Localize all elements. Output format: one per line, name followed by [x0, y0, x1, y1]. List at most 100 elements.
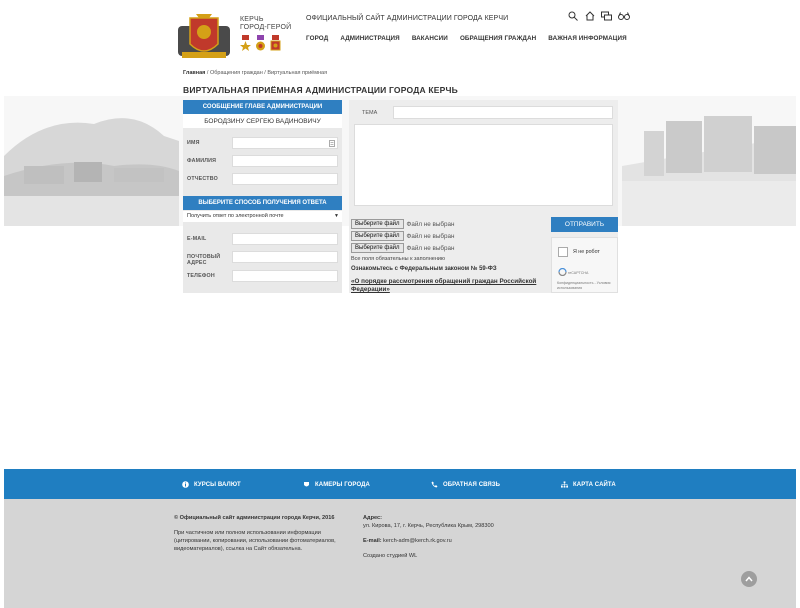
phone-input[interactable]	[232, 270, 338, 282]
usage-note: При частичном или полном использовании и…	[174, 530, 336, 552]
breadcrumb-sep: /	[206, 70, 209, 76]
gold-star-medal-icon	[240, 35, 251, 51]
federal-law-note: Ознакомьтесь с Федеральным законом № 59-…	[351, 266, 497, 272]
phone-icon	[431, 481, 438, 488]
federal-law-link[interactable]: «О порядке рассмотрения обращений гражда…	[351, 278, 551, 294]
postal-label: ПОЧТОВЫЙ АДРЕС	[187, 254, 221, 266]
header-icons	[566, 10, 630, 22]
required-fields-note: Все поля обязательны к заполнению	[351, 256, 446, 262]
name-row: ИМЯ	[183, 137, 342, 149]
file-upload-2: Выберите файл Файл не выбран	[351, 231, 454, 241]
topic-input[interactable]	[393, 106, 613, 119]
breadcrumb-current: Виртуальная приёмная	[267, 70, 328, 76]
breadcrumb-appeals[interactable]: Обращения граждан	[210, 70, 263, 76]
file-status: Файл не выбран	[406, 220, 455, 228]
address-label: Адрес:	[363, 515, 383, 521]
shield-camera-icon	[303, 481, 310, 488]
email-input[interactable]	[232, 233, 338, 245]
send-button[interactable]: ОТПРАВИТЬ	[551, 217, 618, 232]
footer-links-bar: КУРСЫ ВАЛЮТ КАМЕРЫ ГОРОДА ОБРАТНАЯ СВЯЗЬ…	[4, 469, 796, 499]
site-header: КЕРЧЬ ГОРОД-ГЕРОЙ ОФИЦИАЛЬНЫЙ САЙТ АДМИН…	[0, 0, 800, 66]
site-title: ОФИЦИАЛЬНЫЙ САЙТ АДМИНИСТРАЦИИ ГОРОДА КЕ…	[306, 15, 509, 22]
recaptcha-logo-icon	[558, 268, 567, 276]
choose-file-button[interactable]: Выберите файл	[351, 219, 404, 229]
email-link[interactable]: kerch-adm@kerch.rk.gov.ru	[383, 537, 452, 545]
top-navigation: ГОРОД АДМИНИСТРАЦИЯ ВАКАНСИИ ОБРАЩЕНИЯ Г…	[306, 35, 627, 42]
order-of-lenin-icon	[256, 35, 265, 51]
sitemap-icon	[561, 481, 568, 488]
nav-item-administration[interactable]: АДМИНИСТРАЦИЯ	[340, 35, 400, 42]
footer-link-feedback[interactable]: ОБРАТНАЯ СВЯЗЬ	[431, 481, 500, 488]
scroll-to-top-button[interactable]	[741, 571, 757, 587]
message-textarea[interactable]	[354, 124, 613, 206]
page-title: ВИРТУАЛЬНАЯ ПРИЁМНАЯ АДМИНИСТРАЦИИ ГОРОД…	[183, 85, 458, 95]
topic-label: ТЕМА	[362, 110, 378, 116]
recaptcha-terms[interactable]: Конфиденциальность - Условия использован…	[557, 281, 617, 291]
breadcrumb-sep: /	[264, 70, 266, 76]
coat-of-arms-logo[interactable]	[176, 8, 232, 64]
recipient-name: БОРОДЗИНУ СЕРГЕЮ ВАДИНОВИЧУ	[183, 114, 342, 128]
email-row: E-MAIL	[183, 233, 342, 245]
search-icon[interactable]	[566, 10, 579, 22]
name-label: ИМЯ	[187, 140, 200, 146]
info-icon	[182, 481, 189, 488]
dropdown-arrow-icon: ▼	[334, 213, 339, 219]
file-status: Файл не выбран	[406, 244, 455, 252]
messages-icon[interactable]	[600, 10, 613, 22]
copyright: © Официальный сайт администрации города …	[174, 515, 335, 521]
reply-method-select[interactable]: Получить ответ по электронной почте ▼	[183, 211, 342, 222]
order-icon	[270, 35, 281, 51]
footer-link-sitemap[interactable]: КАРТА САЙТА	[561, 481, 616, 488]
breadcrumb: Главная / Обращения граждан / Виртуальна…	[183, 70, 327, 76]
sender-form: СООБЩЕНИЕ ГЛАВЕ АДМИНИСТРАЦИИ БОРОДЗИНУ …	[183, 100, 342, 293]
email-label: E-mail:	[363, 538, 382, 544]
phone-label: ТЕЛЕФОН	[187, 273, 215, 279]
reply-method-value: Получить ответ по электронной почте	[187, 213, 284, 219]
patronymic-row: ОТЧЕСТВО	[183, 173, 342, 185]
address: ул. Кирова, 17, г. Керчь, Республика Кры…	[363, 523, 494, 529]
footer-link-cameras[interactable]: КАМЕРЫ ГОРОДА	[303, 481, 370, 488]
recaptcha-label: Я не робот	[573, 249, 600, 255]
city-name-line2: ГОРОД-ГЕРОЙ	[240, 24, 292, 31]
medals	[240, 35, 281, 51]
autofill-icon[interactable]	[329, 140, 335, 147]
message-to-head-header: СООБЩЕНИЕ ГЛАВЕ АДМИНИСТРАЦИИ	[183, 100, 342, 114]
city-name-line1: КЕРЧЬ	[240, 16, 264, 23]
home-icon[interactable]	[583, 10, 596, 22]
file-upload-3: Выберите файл Файл не выбран	[351, 243, 454, 253]
postal-input[interactable]	[232, 251, 338, 263]
footer-link-label: КАМЕРЫ ГОРОДА	[315, 481, 370, 488]
nav-item-vacancies[interactable]: ВАКАНСИИ	[412, 35, 448, 42]
file-status: Файл не выбран	[406, 232, 455, 240]
footer-link-label: КАРТА САЙТА	[573, 481, 616, 488]
choose-file-button[interactable]: Выберите файл	[351, 231, 404, 241]
page: КЕРЧЬ ГОРОД-ГЕРОЙ ОФИЦИАЛЬНЫЙ САЙТ АДМИН…	[0, 0, 800, 608]
recaptcha-brand: reCAPTCHA	[568, 271, 589, 275]
surname-row: ФАМИЛИЯ	[183, 155, 342, 167]
name-input[interactable]	[232, 137, 338, 149]
recaptcha-checkbox[interactable]	[558, 247, 568, 257]
patronymic-label: ОТЧЕСТВО	[187, 176, 218, 182]
studio-credit[interactable]: Создано студией WL	[363, 552, 417, 560]
postal-row: ПОЧТОВЫЙ АДРЕС	[183, 251, 342, 266]
email-label: E-MAIL	[187, 236, 207, 242]
chevron-up-icon	[745, 576, 753, 582]
message-form: ТЕМА Выберите файл Файл не выбран Выбери…	[349, 100, 618, 293]
choose-file-button[interactable]: Выберите файл	[351, 243, 404, 253]
breadcrumb-home[interactable]: Главная	[183, 70, 205, 76]
accessibility-glasses-icon[interactable]	[617, 10, 630, 22]
footer-link-label: ОБРАТНАЯ СВЯЗЬ	[443, 481, 501, 488]
footer-link-currency[interactable]: КУРСЫ ВАЛЮТ	[182, 481, 241, 488]
nav-item-important-info[interactable]: ВАЖНАЯ ИНФОРМАЦИЯ	[548, 35, 626, 42]
reply-method-header: ВЫБЕРИТЕ СПОСОБ ПОЛУЧЕНИЯ ОТВЕТА	[183, 196, 342, 210]
file-upload-1: Выберите файл Файл не выбран	[351, 219, 454, 229]
patronymic-input[interactable]	[232, 173, 338, 185]
recaptcha-widget: Я не робот reCAPTCHA Конфиденциальность …	[551, 237, 618, 293]
nav-item-citizen-appeals[interactable]: ОБРАЩЕНИЯ ГРАЖДАН	[460, 35, 536, 42]
nav-item-city[interactable]: ГОРОД	[306, 35, 328, 42]
phone-row: ТЕЛЕФОН	[183, 270, 342, 282]
surname-label: ФАМИЛИЯ	[187, 158, 217, 164]
footer-link-label: КУРСЫ ВАЛЮТ	[194, 481, 241, 488]
city-name: КЕРЧЬ ГОРОД-ГЕРОЙ	[240, 16, 291, 32]
surname-input[interactable]	[232, 155, 338, 167]
